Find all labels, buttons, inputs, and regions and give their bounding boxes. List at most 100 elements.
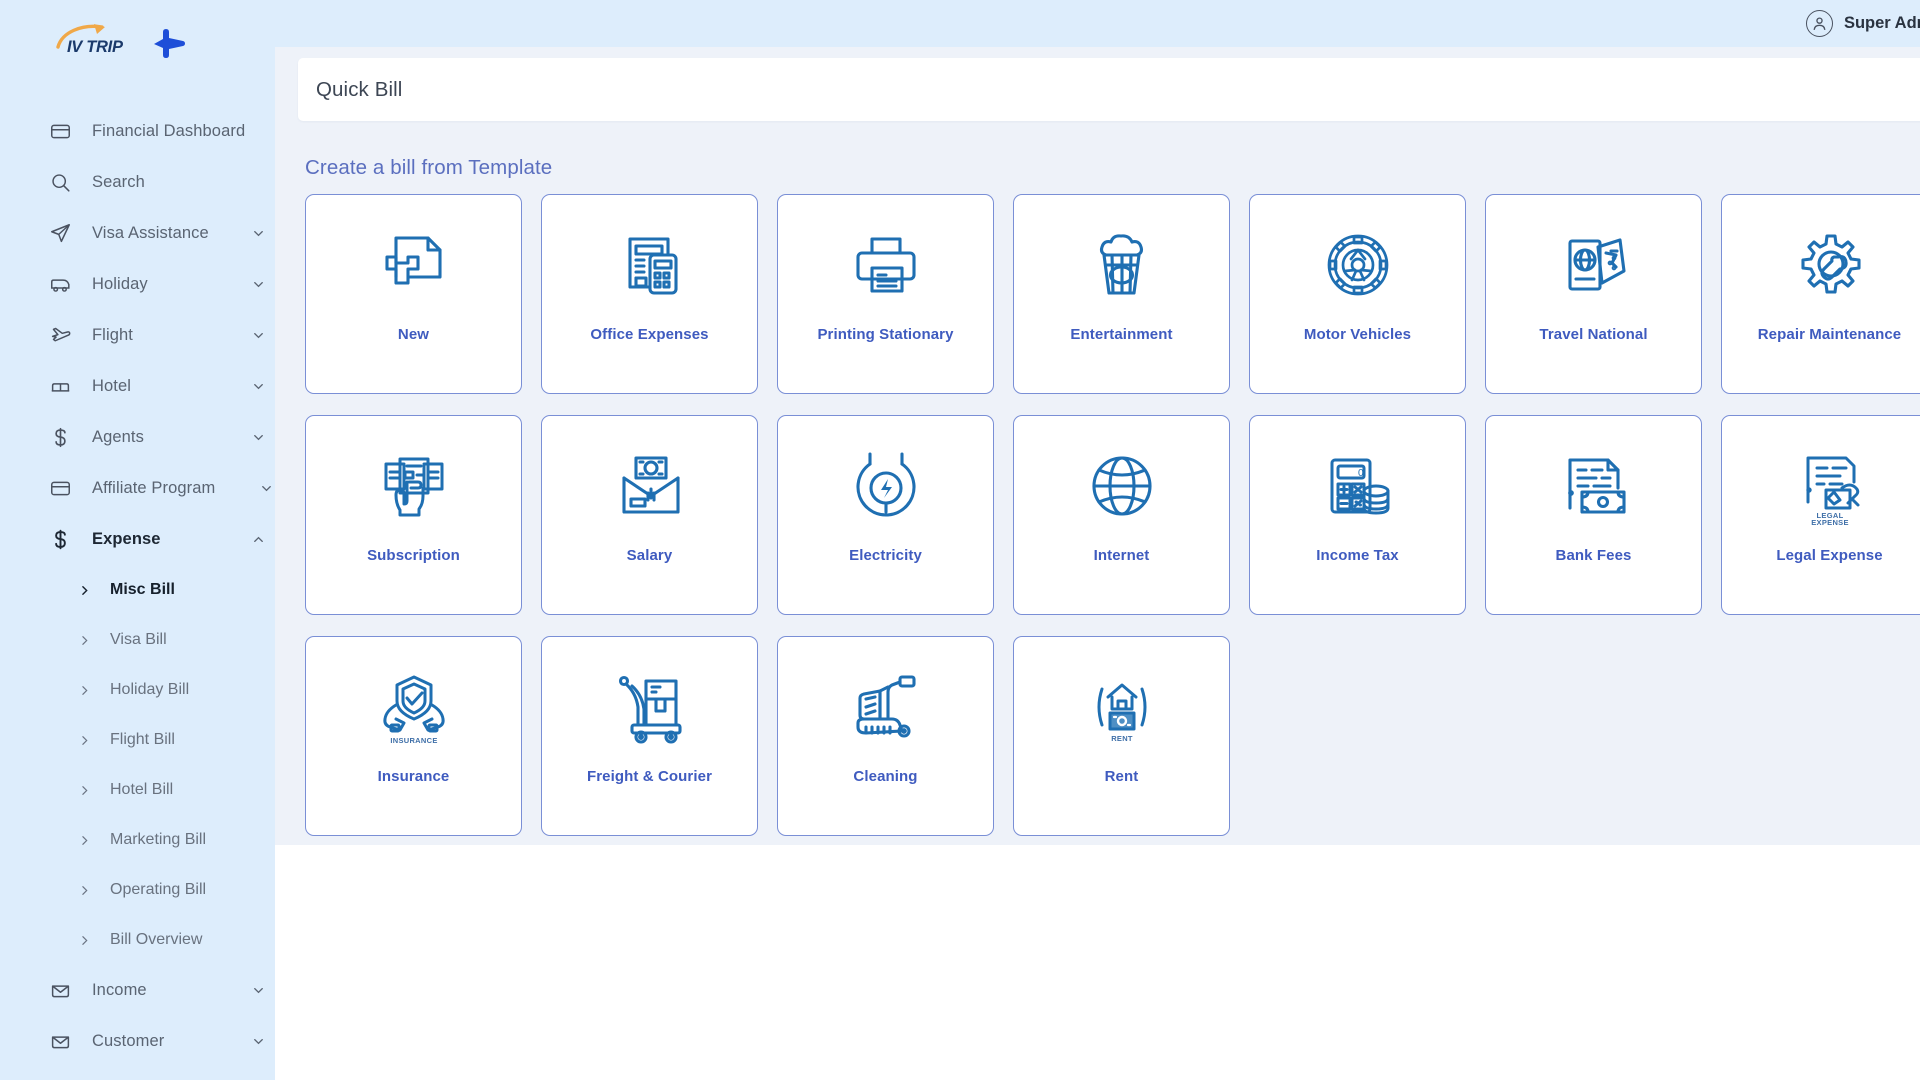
hand-truck-icon	[542, 637, 757, 769]
template-label: New	[397, 326, 430, 343]
submenu-item-hotel-bill[interactable]: Hotel Bill	[0, 765, 275, 815]
chevron-right-icon	[78, 634, 91, 647]
template-label: Electricity	[849, 547, 922, 564]
template-card-freight-courier[interactable]: Freight & Courier	[541, 636, 758, 836]
svg-text:RENT: RENT	[1111, 734, 1133, 743]
template-card-legal-expense[interactable]: LEGAL EXPENSE Legal Expense	[1721, 415, 1920, 615]
chevron-up-icon[interactable]	[241, 532, 275, 547]
main-area: Super Admin Quick Bill Create a bill fro…	[275, 0, 1920, 1080]
sidebar-item-financial-dashboard[interactable]: Financial Dashboard	[0, 106, 275, 157]
dollar-icon	[49, 529, 71, 551]
chevron-right-icon	[78, 684, 91, 697]
template-card-repair-maintenance[interactable]: Repair Maintenance	[1721, 194, 1920, 394]
chevron-down-icon[interactable]	[241, 379, 275, 394]
template-label: Subscription	[367, 547, 460, 564]
submenu-item-visa-bill[interactable]: Visa Bill	[0, 615, 275, 665]
inbox-icon	[49, 1031, 71, 1053]
sidebar-item-agents[interactable]: Agents	[0, 412, 275, 463]
template-card-internet[interactable]: Internet	[1013, 415, 1230, 615]
user-menu[interactable]: Super Admin	[1805, 10, 1920, 37]
wheel-icon	[1250, 195, 1465, 327]
submenu-item-label: Holiday Bill	[110, 681, 190, 698]
sidebar-item-visa-assistance[interactable]: Visa Assistance	[0, 208, 275, 259]
sidebar-item-flight[interactable]: Flight	[0, 310, 275, 361]
chevron-right-icon	[78, 934, 91, 947]
sidebar-item-customer[interactable]: Customer	[0, 1016, 275, 1067]
sidebar-item-label: Hotel	[92, 377, 132, 395]
template-cell: 0 Income Tax	[1242, 415, 1478, 636]
chevron-down-icon[interactable]	[249, 481, 275, 496]
sidebar-item-label: Agents	[92, 428, 144, 446]
submenu-item-holiday-bill[interactable]: Holiday Bill	[0, 665, 275, 715]
chevron-down-icon[interactable]	[241, 983, 275, 998]
chevron-down-icon[interactable]	[241, 1034, 275, 1049]
template-card-insurance[interactable]: INSURANCE Insurance	[305, 636, 522, 836]
brand-name: IV TRIP	[67, 38, 123, 56]
inbox-icon	[49, 980, 71, 1002]
sidebar-item-label: Affiliate Program	[92, 479, 216, 497]
template-card-entertainment[interactable]: Entertainment	[1013, 194, 1230, 394]
chevron-down-icon[interactable]	[241, 328, 275, 343]
submenu-item-bill-overview[interactable]: Bill Overview	[0, 915, 275, 965]
paper-plane-icon	[49, 223, 71, 245]
template-cell: Cleaning	[770, 636, 1006, 857]
template-cell: RENT Rent	[1006, 636, 1242, 857]
printer-icon	[778, 195, 993, 327]
template-cell: Bank Fees	[1478, 415, 1714, 636]
template-label: Repair Maintenance	[1757, 326, 1902, 343]
submenu-item-label: Bill Overview	[110, 931, 203, 948]
template-card-cleaning[interactable]: Cleaning	[777, 636, 994, 836]
template-card-printing-stationary[interactable]: Printing Stationary	[777, 194, 994, 394]
sidebar-item-label: Expense	[92, 530, 161, 548]
submenu-item-marketing-bill[interactable]: Marketing Bill	[0, 815, 275, 865]
template-card-bank-fees[interactable]: Bank Fees	[1485, 415, 1702, 615]
sidebar-item-search[interactable]: Search	[0, 157, 275, 208]
template-card-new[interactable]: New	[305, 194, 522, 394]
sidebar-item-label: Financial Dashboard	[92, 122, 246, 140]
submenu-item-label: Flight Bill	[110, 731, 175, 748]
template-card-rent[interactable]: RENT Rent	[1013, 636, 1230, 836]
template-card-office-expenses[interactable]: Office Expenses	[541, 194, 758, 394]
submenu-item-misc-bill[interactable]: Misc Bill	[0, 565, 275, 615]
plug-bolt-icon	[778, 416, 993, 548]
sidebar-item-income[interactable]: Income	[0, 965, 275, 1016]
submenu-item-operating-bill[interactable]: Operating Bill	[0, 865, 275, 915]
template-card-motor-vehicles[interactable]: Motor Vehicles	[1249, 194, 1466, 394]
template-label: Legal Expense	[1776, 547, 1883, 564]
brand-mark: IV TRIP	[56, 21, 142, 67]
template-cell: INSURANCE Insurance	[298, 636, 534, 857]
template-label: Salary	[626, 547, 673, 564]
chevron-down-icon[interactable]	[241, 277, 275, 292]
template-card-income-tax[interactable]: 0 Income Tax	[1249, 415, 1466, 615]
template-cell: Motor Vehicles	[1242, 194, 1478, 415]
sidebar-item-holiday[interactable]: Holiday	[0, 259, 275, 310]
sidebar-item-expense[interactable]: Expense	[0, 514, 275, 565]
popcorn-icon	[1014, 195, 1229, 327]
sidebar-item-affiliate-program[interactable]: Affiliate Program	[0, 463, 275, 514]
template-card-electricity[interactable]: Electricity	[777, 415, 994, 615]
card-icon	[49, 478, 71, 500]
sidebar-item-hotel[interactable]: Hotel	[0, 361, 275, 412]
chevron-down-icon[interactable]	[241, 226, 275, 241]
template-cell: Freight & Courier	[534, 636, 770, 857]
submenu-item-flight-bill[interactable]: Flight Bill	[0, 715, 275, 765]
sidebar-item-label: Holiday	[92, 275, 148, 293]
chevron-down-icon[interactable]	[241, 430, 275, 445]
template-grid: New Office Expenses Printing Stationary …	[298, 194, 1920, 857]
template-card-travel-national[interactable]: Travel National	[1485, 194, 1702, 394]
expense-submenu: Misc Bill Visa Bill Holiday Bill Flight …	[0, 565, 275, 965]
hand-cards-icon	[306, 416, 521, 548]
template-cell: Travel National	[1478, 194, 1714, 415]
template-cell: Entertainment	[1006, 194, 1242, 415]
template-cell: Repair Maintenance	[1714, 194, 1920, 415]
user-name: Super Admin	[1843, 14, 1920, 32]
template-card-salary[interactable]: Salary	[541, 415, 758, 615]
brand-logo[interactable]: IV TRIP	[0, 0, 275, 88]
template-label: Internet	[1093, 547, 1150, 564]
template-card-subscription[interactable]: Subscription	[305, 415, 522, 615]
template-label: Motor Vehicles	[1303, 326, 1412, 343]
shield-hands-icon: INSURANCE	[306, 637, 521, 769]
chevron-right-icon	[78, 834, 91, 847]
template-cell: Internet	[1006, 415, 1242, 636]
submenu-item-label: Hotel Bill	[110, 781, 174, 798]
